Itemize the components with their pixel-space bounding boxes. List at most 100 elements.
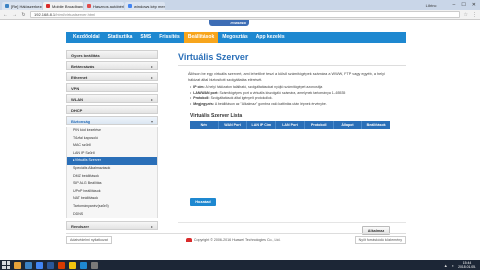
sidebar-section-label: Ethernet	[71, 75, 88, 80]
sidebar-section[interactable]: Ethernet ▸	[66, 72, 158, 81]
privacy-link[interactable]: Adatvédelmi nyilatkozat	[66, 235, 112, 244]
start-button-icon[interactable]	[2, 261, 10, 269]
nav-tab[interactable]: Kezdőoldal	[69, 32, 104, 43]
sidebar-item[interactable]: Speciális Alkalmazások	[66, 164, 158, 173]
tab-label: Mobile Broadband	[52, 3, 83, 9]
bullet-desc: A helyi hálózaton található, szolgáltatá…	[205, 85, 323, 89]
help-bullets: • IP cím: A helyi hálózaton található, sz…	[190, 85, 400, 107]
sidebar-item[interactable]: Virtuális Szerver	[66, 157, 158, 165]
bullet-key: IP cím:	[193, 85, 205, 89]
list-title: Virtuális Szerver Lista	[190, 113, 243, 120]
bullet-key: Protokoll:	[193, 96, 210, 101]
sidebar-section[interactable]: WLAN ▸	[66, 94, 158, 103]
sidebar-item[interactable]: UPnP beállítások	[66, 187, 158, 196]
bullet-key: LAN/WAN port:	[193, 90, 219, 95]
url-input[interactable]: 192.168.8.1/html/virtualserver.html	[30, 11, 460, 18]
nav-tab[interactable]: Megosztás	[218, 32, 252, 43]
sidebar-section[interactable]: Betárcsázás ▸	[66, 61, 158, 70]
network-icon[interactable]: ▲	[444, 263, 448, 268]
column-header: LAN Port	[276, 121, 305, 130]
url-path: /html/virtualserver.html	[55, 12, 96, 17]
column-header: Állapot	[334, 121, 363, 130]
browser-menu-icon[interactable]: ⋮	[472, 12, 477, 18]
sidebar-item[interactable]: MAC szűrő	[66, 142, 158, 150]
bullet-desc: Szolgáltatások által igényelt protokollo…	[210, 96, 273, 101]
browser-tabbar: [Re] Hálószerkezet ZyXEL×Mobile Broadban…	[0, 0, 480, 10]
nav-tab[interactable]: App kezelés	[252, 32, 289, 43]
forward-icon[interactable]: →	[12, 12, 17, 18]
bullet-key: Megjegyzés:	[193, 101, 215, 106]
windows-taskbar: ▲ ◖ 15:44 2018.01.05.	[0, 260, 480, 270]
sidebar-section[interactable]: Biztonság ▾	[66, 116, 158, 125]
nav-tab[interactable]: Statisztika	[104, 32, 137, 43]
column-header: LAN IP Cím	[247, 121, 277, 130]
sidebar-section[interactable]: Gyors beállítás	[66, 50, 158, 59]
taskbar-app-icon[interactable]	[91, 261, 98, 269]
router-page: POWERED Kezdőoldal Statisztika SMS Frissíté…	[0, 20, 480, 260]
taskbar-app-icon[interactable]	[80, 261, 87, 269]
chevron-icon: ▸	[150, 97, 153, 102]
sidebar-section[interactable]: VPN	[66, 83, 158, 92]
intro-text: Állítson be egy virtuális szervert, ami …	[188, 72, 385, 82]
nav-tab[interactable]: Frissítés	[155, 32, 184, 43]
button-divider	[178, 222, 406, 223]
nav-tab[interactable]: Beállítások	[183, 32, 219, 43]
url-host: 192.168.8.1	[34, 12, 56, 17]
clock[interactable]: 15:44 2018.01.05.	[458, 261, 476, 269]
browser-tab[interactable]: windows kép mentése×	[125, 2, 165, 10]
minimize-icon[interactable]: –	[453, 2, 456, 8]
bookmark-star-icon[interactable]: ☆	[464, 12, 468, 18]
browser-tab[interactable]: [Re] Hálószerkezet ZyXEL×	[2, 2, 42, 10]
sidebar-section-label: Rendszer	[71, 224, 90, 230]
sidebar-section-label: VPN	[71, 86, 80, 91]
sidebar-section-label: DHCP	[71, 108, 83, 113]
sidebar-item[interactable]: PIN kód kezelése	[66, 127, 158, 135]
system-tray: ▲ ◖ 15:44 2018.01.05.	[444, 261, 480, 269]
taskbar-app-icon[interactable]	[36, 261, 43, 269]
sidebar-section[interactable]: DHCP	[66, 105, 158, 114]
sidebar-item[interactable]: Tűzfal kapcsoló	[66, 134, 158, 143]
sidebar-item[interactable]: NAT beállítások	[66, 195, 158, 203]
taskbar-apps	[14, 261, 98, 269]
main-nav: Kezdőoldal Statisztika SMS Frissítés Beállít…	[66, 32, 406, 43]
footer: Adatvédelmi nyilatkozat Copyright © 2006…	[66, 233, 406, 245]
server-table-header: Név WAN Port LAN IP Cím LAN Port Protokoll Ál…	[190, 121, 390, 130]
column-header: Név	[190, 121, 219, 130]
volume-icon[interactable]: ◖	[452, 263, 454, 268]
taskbar-app-icon[interactable]	[47, 261, 54, 269]
chevron-icon: ▸	[150, 75, 153, 80]
taskbar-app-icon[interactable]	[58, 261, 65, 269]
browser-tabs: [Re] Hálószerkezet ZyXEL×Mobile Broadban…	[2, 0, 166, 10]
tab-label: [Re] Hálószerkezet ZyXEL	[11, 3, 42, 9]
sidebar-section[interactable]: Rendszer ▸	[66, 221, 158, 231]
sidebar-item[interactable]: DMZ beállítások	[66, 172, 158, 181]
sidebar-item[interactable]: SIP ALG Beállítás	[66, 180, 158, 188]
taskbar-app-icon[interactable]	[25, 261, 32, 269]
chevron-icon: ▸	[150, 64, 153, 69]
sidebar: Gyors beállítás Betárcsázás ▸ Ethernet ▸ VPN W…	[66, 50, 158, 232]
add-button[interactable]: Hozzáad	[190, 198, 216, 206]
title-divider	[178, 65, 406, 66]
profile-name[interactable]: Lőrinc	[426, 3, 437, 8]
browser-tab[interactable]: Hasznos autóbérlés Kfzo×	[84, 2, 124, 10]
browser-tab[interactable]: Mobile Broadband×	[43, 2, 83, 10]
taskbar-app-icon[interactable]	[14, 261, 21, 269]
sidebar-item[interactable]: LAN IP Szűrő	[66, 149, 158, 158]
sidebar-section-label: WLAN	[71, 97, 83, 102]
page-title: Virtuális Szerver	[178, 52, 249, 62]
tab-favicon-icon	[46, 4, 50, 8]
sidebar-item[interactable]: Tartományanév(szűrő)	[66, 202, 158, 211]
back-icon[interactable]: ←	[3, 12, 8, 18]
tab-favicon-icon	[87, 4, 91, 8]
reload-icon[interactable]: ↻	[21, 12, 26, 18]
open-source-link[interactable]: Nyílt forráskódú közlemény	[354, 235, 406, 244]
tab-favicon-icon	[5, 4, 9, 8]
window-controls: Lőrinc – ☐ ✕	[426, 0, 480, 10]
nav-tab[interactable]: SMS	[136, 32, 155, 43]
tab-favicon-icon	[128, 4, 132, 8]
column-header: WAN Port	[219, 121, 248, 130]
close-window-icon[interactable]: ✕	[472, 2, 476, 8]
sidebar-item[interactable]: DDNS	[66, 210, 158, 219]
maximize-icon[interactable]: ☐	[461, 2, 465, 8]
taskbar-app-icon[interactable]	[69, 261, 76, 269]
